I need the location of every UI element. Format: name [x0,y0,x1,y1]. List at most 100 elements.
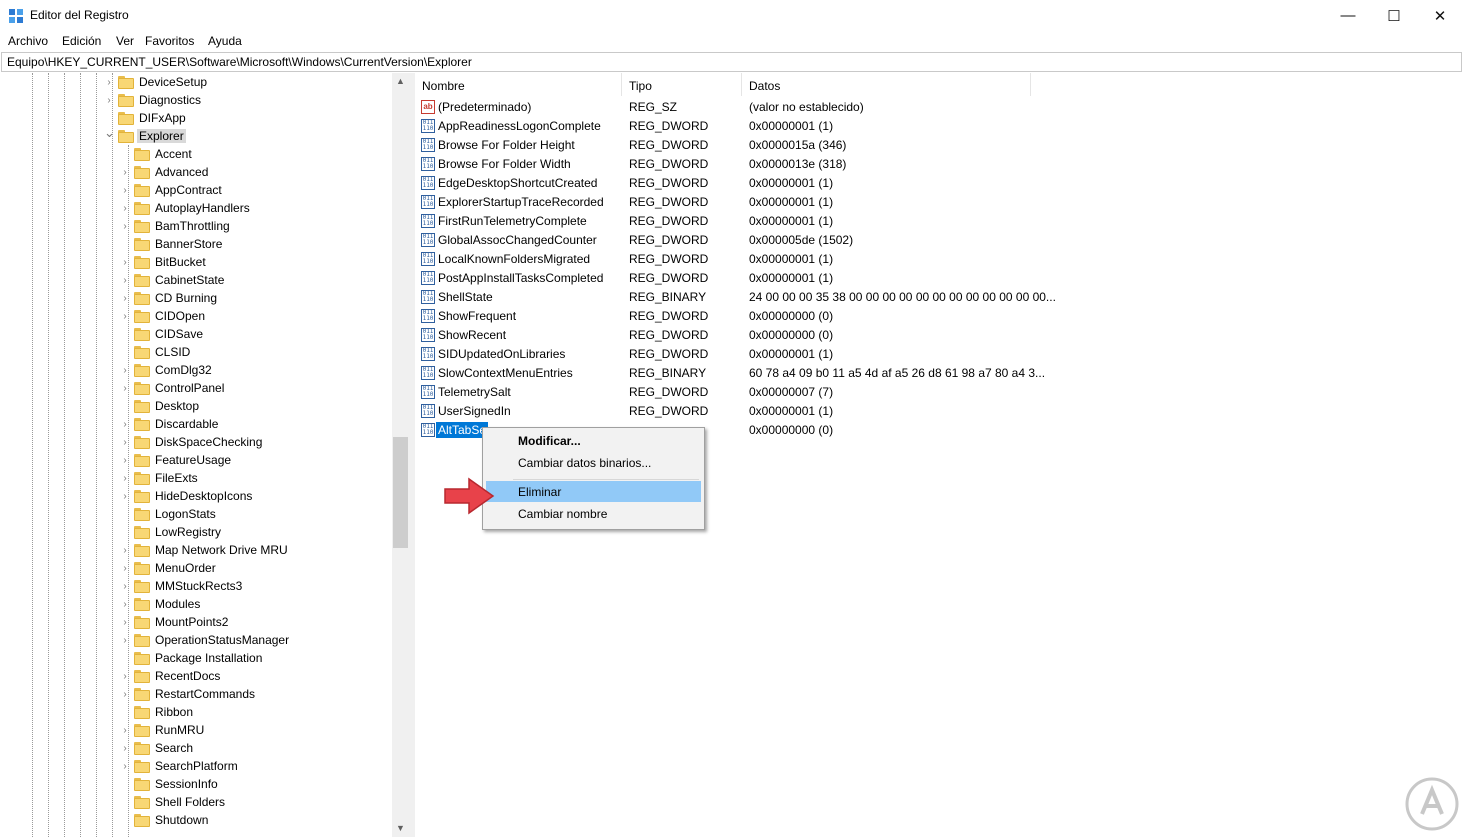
tree-item-mmstuckrects3[interactable]: › MMStuckRects3 [0,578,392,596]
tree-item-diagnostics[interactable]: › Diagnostics [0,92,392,110]
tree-item-logonstats[interactable]: LogonStats [0,506,392,524]
value-row[interactable]: 011 110 FirstRunTelemetryComplete REG_DWORD… [415,212,1055,231]
tree-item-mountpoints2[interactable]: › MountPoints2 [0,614,392,632]
menu-item-cambiar-nombre[interactable]: Cambiar nombre [486,503,701,524]
address-bar[interactable]: Equipo\HKEY_CURRENT_USER\Software\Micros… [1,52,1462,72]
expand-chevron-icon[interactable]: › [120,293,130,305]
tree-item-diskspacechecking[interactable]: › DiskSpaceChecking [0,434,392,452]
tree-item-modules[interactable]: › Modules [0,596,392,614]
tree-item-controlpanel[interactable]: › ControlPanel [0,380,392,398]
expand-chevron-icon[interactable]: › [120,257,130,269]
value-row[interactable]: 011 110 Browse For Folder Height REG_DWORD 0… [415,136,1055,155]
tree-item-cabinetstate[interactable]: › CabinetState [0,272,392,290]
expand-chevron-icon[interactable]: › [120,473,130,485]
tree-item-recentdocs[interactable]: › RecentDocs [0,668,392,686]
value-row[interactable]: 011 110 ShowFrequent REG_DWORD 0x00000000 (0… [415,307,1055,326]
tree-item-sessioninfo[interactable]: SessionInfo [0,776,392,794]
expand-chevron-icon[interactable]: › [120,743,130,755]
tree-item-accent[interactable]: Accent [0,146,392,164]
tree-item-cd-burning[interactable]: › CD Burning [0,290,392,308]
menu-item-modificar[interactable]: Modificar... [486,430,701,451]
tree-item-devicesetup[interactable]: › DeviceSetup [0,74,392,92]
tree-item-featureusage[interactable]: › FeatureUsage [0,452,392,470]
value-row[interactable]: 011 110 Browse For Folder Width REG_DWORD 0x… [415,155,1055,174]
tree-item-difxapp[interactable]: DIFxApp [0,110,392,128]
menu-edicion[interactable]: Edición [62,34,101,48]
maximize-button[interactable]: ☐ [1371,0,1417,31]
value-row[interactable]: 011 110 ShellState REG_BINARY 24 00 00 00 35… [415,288,1056,307]
expand-chevron-icon[interactable]: › [120,437,130,449]
expand-chevron-icon[interactable]: › [120,635,130,647]
value-row[interactable]: 011 110 ExplorerStartupTraceRecorded REG_DW… [415,193,1055,212]
tree-item-bamthrottling[interactable]: › BamThrottling [0,218,392,236]
value-row[interactable]: 011 110 LocalKnownFoldersMigrated REG_DWORD… [415,250,1055,269]
expand-chevron-icon[interactable]: › [120,581,130,593]
menu-ver[interactable]: Ver [116,34,134,48]
expand-chevron-icon[interactable]: › [120,617,130,629]
value-row[interactable]: 011 110 SlowContextMenuEntries REG_BINARY 60… [415,364,1055,383]
collapse-chevron-icon[interactable]: ⌄ [104,126,115,139]
scroll-thumb[interactable] [393,437,408,548]
tree-item-clsid[interactable]: CLSID [0,344,392,362]
close-button[interactable]: ✕ [1417,0,1463,31]
tree-item-hidedesktopicons[interactable]: › HideDesktopIcons [0,488,392,506]
expand-chevron-icon[interactable]: › [120,599,130,611]
tree-item-cidsave[interactable]: CIDSave [0,326,392,344]
tree-item-menuorder[interactable]: › MenuOrder [0,560,392,578]
tree-item-comdlg32[interactable]: › ComDlg32 [0,362,392,380]
minimize-button[interactable]: — [1325,0,1371,31]
expand-chevron-icon[interactable]: › [120,455,130,467]
tree-item-shell-folders[interactable]: Shell Folders [0,794,392,812]
menu-item-eliminar[interactable]: Eliminar [486,481,701,502]
tree-item-shutdown[interactable]: Shutdown [0,812,392,830]
expand-chevron-icon[interactable]: › [120,185,130,197]
tree-item-search[interactable]: › Search [0,740,392,758]
expand-chevron-icon[interactable]: › [120,545,130,557]
column-header-data[interactable]: Datos [742,73,1031,96]
value-row[interactable]: 011 110 ShowRecent REG_DWORD 0x00000000 (0) [415,326,1055,345]
expand-chevron-icon[interactable]: › [120,167,130,179]
value-row[interactable]: 011 110 EdgeDesktopShortcutCreated REG_DWOR… [415,174,1055,193]
column-header-name[interactable]: Nombre [415,73,622,96]
tree-item-desktop[interactable]: Desktop [0,398,392,416]
expand-chevron-icon[interactable]: › [120,383,130,395]
expand-chevron-icon[interactable]: › [120,761,130,773]
value-row[interactable]: 011 110 GlobalAssocChangedCounter REG_DWORD… [415,231,1055,250]
tree-item-package-installation[interactable]: Package Installation [0,650,392,668]
scroll-down-icon[interactable]: ▼ [392,820,409,837]
tree-item-discardable[interactable]: › Discardable [0,416,392,434]
value-row[interactable]: ab (Predeterminado) REG_SZ (valor no establ… [415,98,1055,117]
menu-ayuda[interactable]: Ayuda [208,34,242,48]
tree-item-lowregistry[interactable]: LowRegistry [0,524,392,542]
value-row[interactable]: 011 110 SIDUpdatedOnLibraries REG_DWORD 0x00… [415,345,1055,364]
tree-item-operationstatusmanager[interactable]: › OperationStatusManager [0,632,392,650]
value-row[interactable]: 011 110 AppReadinessLogonComplete REG_DWORD… [415,117,1055,136]
expand-chevron-icon[interactable]: › [120,689,130,701]
expand-chevron-icon[interactable]: › [120,365,130,377]
tree-item-searchplatform[interactable]: › SearchPlatform [0,758,392,776]
column-header-type[interactable]: Tipo [622,73,742,96]
expand-chevron-icon[interactable]: › [120,725,130,737]
expand-chevron-icon[interactable]: › [120,203,130,215]
tree-item-restartcommands[interactable]: › RestartCommands [0,686,392,704]
tree-item-advanced[interactable]: › Advanced [0,164,392,182]
tree-item-map-network-drive-mru[interactable]: › Map Network Drive MRU [0,542,392,560]
tree-item-ribbon[interactable]: Ribbon [0,704,392,722]
expand-chevron-icon[interactable]: › [120,671,130,683]
expand-chevron-icon[interactable]: › [104,95,114,107]
value-row[interactable]: 011 110 TelemetrySalt REG_DWORD 0x00000007 (… [415,383,1055,402]
tree-scrollbar[interactable]: ▲ ▼ [392,73,409,837]
expand-chevron-icon[interactable]: › [104,77,114,89]
expand-chevron-icon[interactable]: › [120,311,130,323]
tree-item-explorer[interactable]: ⌄ Explorer [0,126,392,146]
expand-chevron-icon[interactable]: › [120,275,130,287]
value-row[interactable]: 011 110 PostAppInstallTasksCompleted REG_DW… [415,269,1055,288]
menu-favoritos[interactable]: Favoritos [145,34,194,48]
tree-item-bannerstore[interactable]: BannerStore [0,236,392,254]
scroll-up-icon[interactable]: ▲ [392,73,409,90]
tree-item-bitbucket[interactable]: › BitBucket [0,254,392,272]
menu-item-cambiar-datos-binarios[interactable]: Cambiar datos binarios... [486,452,701,473]
expand-chevron-icon[interactable]: › [120,563,130,575]
tree-item-runmru[interactable]: › RunMRU [0,722,392,740]
tree-item-fileexts[interactable]: › FileExts [0,470,392,488]
